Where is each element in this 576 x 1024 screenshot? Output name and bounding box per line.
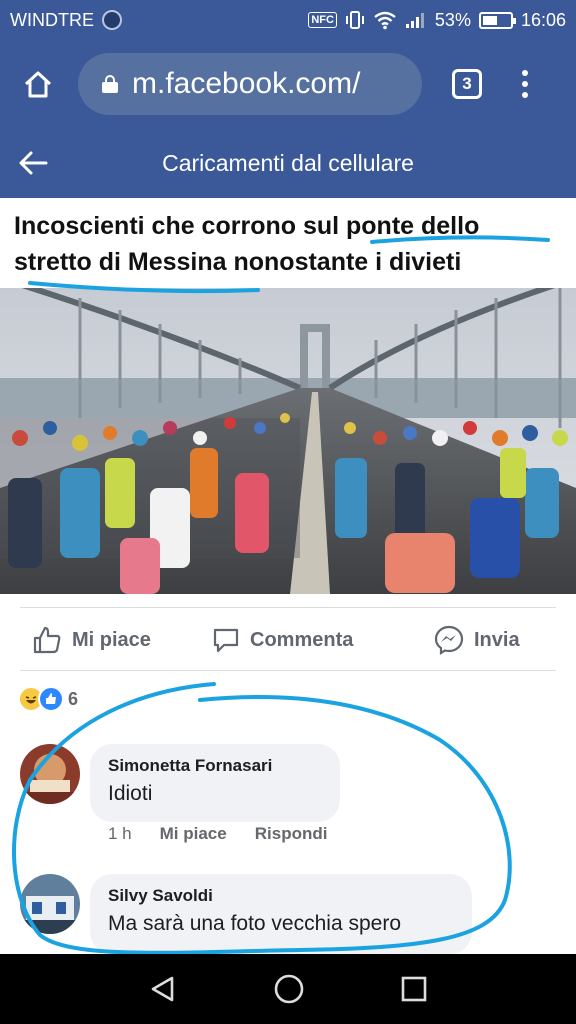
send-label: Invia [474, 628, 520, 651]
vibrate-icon [345, 11, 364, 29]
caption-line-2: stretto di Messina nonostante i divieti [14, 248, 462, 276]
comment-bubble[interactable]: Simonetta Fornasari Idioti [90, 744, 340, 822]
messenger-icon [434, 625, 464, 655]
battery-icon [478, 11, 516, 29]
like-button[interactable]: Mi piace [32, 625, 151, 655]
marathon-bridge-photo [0, 288, 576, 594]
page-header: Caricamenti dal cellulare [0, 128, 576, 198]
nfc-icon: NFC [308, 12, 337, 28]
avatar[interactable] [20, 744, 80, 804]
wifi-icon [374, 11, 396, 30]
comment-item: Silvy Savoldi Ma sarà una foto vecchia s… [20, 874, 560, 954]
home-circle-icon[interactable] [273, 973, 305, 1005]
post-actions: Mi piace Commenta Invia [0, 612, 576, 668]
divider [20, 607, 556, 608]
comment-like-link[interactable]: Mi piace [160, 824, 227, 844]
page-title: Caricamenti dal cellulare [162, 149, 414, 176]
image-caption: Incoscienti che corrono sul ponte dello … [0, 198, 576, 288]
signal-icon [405, 13, 424, 28]
overflow-menu-icon[interactable] [520, 70, 530, 98]
thumbs-up-icon [33, 626, 61, 654]
browser-toolbar: m.facebook.com/ 3 [0, 40, 576, 128]
caption-line-1: Incoscienti che corrono sul ponte dello [14, 212, 480, 240]
comment-label: Commenta [250, 628, 354, 651]
avatar[interactable] [20, 874, 80, 934]
recents-icon[interactable] [400, 975, 428, 1003]
tab-switcher-button[interactable]: 3 [452, 69, 482, 99]
post-image[interactable]: Incoscienti che corrono sul ponte dello … [0, 198, 576, 594]
comment-author[interactable]: Silvy Savoldi [108, 886, 454, 906]
comment-text: Ma sarà una foto vecchia spero [108, 912, 401, 935]
comment-time: 1 h [108, 824, 132, 843]
back-arrow-icon[interactable] [16, 146, 50, 180]
url-bar[interactable]: m.facebook.com/ [78, 53, 422, 115]
like-label: Mi piace [72, 628, 151, 651]
comment-button[interactable]: Commenta [212, 626, 353, 654]
comment-text: Idioti [108, 782, 153, 805]
comment-meta: 1 h Mi piace Rispondi [108, 824, 327, 844]
clock: 16:06 [520, 9, 566, 30]
battery-percent: 53% [434, 9, 471, 30]
carrier-label: WINDTRE [10, 9, 94, 30]
home-icon[interactable] [16, 62, 60, 106]
divider [20, 670, 556, 671]
like-icon [38, 686, 64, 712]
comment-reply-link[interactable]: Rispondi [255, 824, 328, 844]
globe-icon [102, 10, 122, 30]
url-text: m.facebook.com/ [132, 67, 361, 100]
system-nav-bar [0, 954, 576, 1024]
reaction-count: 6 [68, 688, 78, 709]
comment-icon [213, 628, 239, 653]
comment-bubble[interactable]: Silvy Savoldi Ma sarà una foto vecchia s… [90, 874, 472, 954]
comment-item: Simonetta Fornasari Idioti 1 h Mi piace … [20, 744, 560, 854]
comment-author[interactable]: Simonetta Fornasari [108, 756, 322, 776]
lock-icon [102, 75, 118, 93]
send-button[interactable]: Invia [434, 625, 520, 655]
back-icon[interactable] [148, 974, 178, 1004]
reaction-summary[interactable]: 6 [18, 686, 78, 712]
status-bar: WINDTRE NFC 53% 16:06 [0, 0, 576, 40]
